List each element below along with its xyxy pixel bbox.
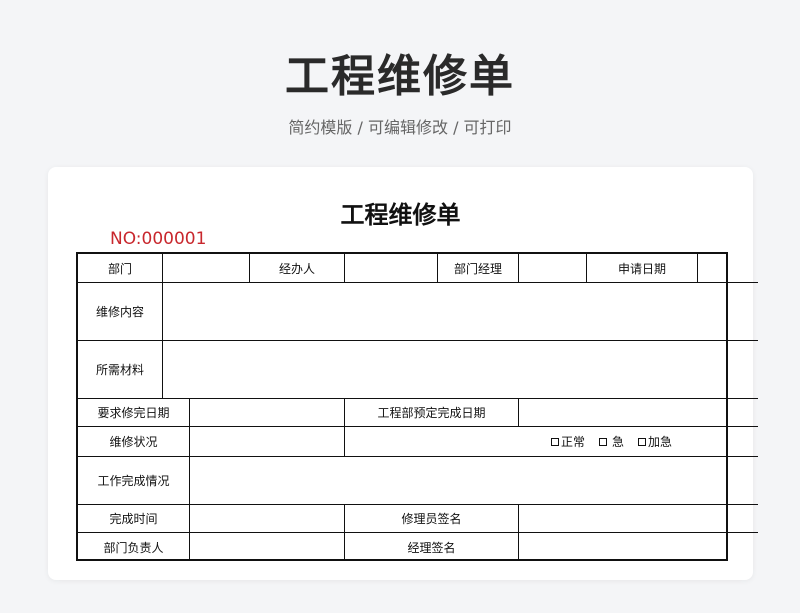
repair-form-table: 部门 经办人 部门经理 申请日期 维修内容 所需材料 要求修完日期 工程部预定完…: [76, 252, 758, 561]
label-manager-sign: 经理签名: [345, 533, 519, 561]
checkbox-icon[interactable]: [550, 437, 559, 446]
status-option-urgent[interactable]: 急: [598, 433, 624, 450]
label-apply-date: 申请日期: [587, 254, 698, 283]
status-options: 正常 急 加急: [345, 427, 758, 457]
value-completion-status[interactable]: [190, 457, 758, 505]
value-repairer-sign[interactable]: [519, 505, 758, 533]
value-department[interactable]: [163, 254, 250, 283]
value-repair-status[interactable]: [190, 427, 345, 457]
value-repair-content[interactable]: [163, 283, 758, 341]
page-subtitle: 简约模版 / 可编辑修改 / 可打印: [288, 118, 512, 137]
form-number: NO:000001: [110, 229, 207, 249]
form-title: 工程维修单: [340, 201, 461, 229]
status-option-normal[interactable]: 正常: [550, 433, 585, 450]
value-handler[interactable]: [345, 254, 438, 283]
value-materials[interactable]: [163, 341, 758, 399]
page-title: 工程维修单: [285, 51, 515, 102]
label-completion-time: 完成时间: [78, 505, 190, 533]
status-option-label: 加急: [647, 435, 672, 449]
checkbox-icon[interactable]: [637, 437, 646, 446]
label-materials: 所需材料: [78, 341, 163, 399]
checkbox-icon[interactable]: [598, 437, 607, 446]
label-repair-status: 维修状况: [78, 427, 190, 457]
value-planned-date[interactable]: [519, 399, 758, 427]
value-manager-sign[interactable]: [519, 533, 758, 561]
label-repair-content: 维修内容: [78, 283, 163, 341]
value-dept-head[interactable]: [190, 533, 345, 561]
value-completion-time[interactable]: [190, 505, 345, 533]
label-department: 部门: [78, 254, 163, 283]
status-option-label: 正常: [560, 435, 585, 449]
label-planned-date: 工程部预定完成日期: [345, 399, 519, 427]
status-option-very-urgent[interactable]: 加急: [637, 433, 672, 450]
label-completion-status: 工作完成情况: [78, 457, 190, 505]
label-dept-manager: 部门经理: [438, 254, 519, 283]
status-option-label: 急: [611, 435, 624, 449]
label-dept-head: 部门负责人: [78, 533, 190, 561]
label-handler: 经办人: [250, 254, 345, 283]
value-required-date[interactable]: [190, 399, 345, 427]
value-dept-manager[interactable]: [519, 254, 587, 283]
value-apply-date[interactable]: [698, 254, 758, 283]
label-required-date: 要求修完日期: [78, 399, 190, 427]
form-preview-card[interactable]: 工程维修单 NO:000001 部门 经办人 部门经理 申请日期 维修内容 所需…: [48, 167, 758, 580]
label-repairer-sign: 修理员签名: [345, 505, 519, 533]
